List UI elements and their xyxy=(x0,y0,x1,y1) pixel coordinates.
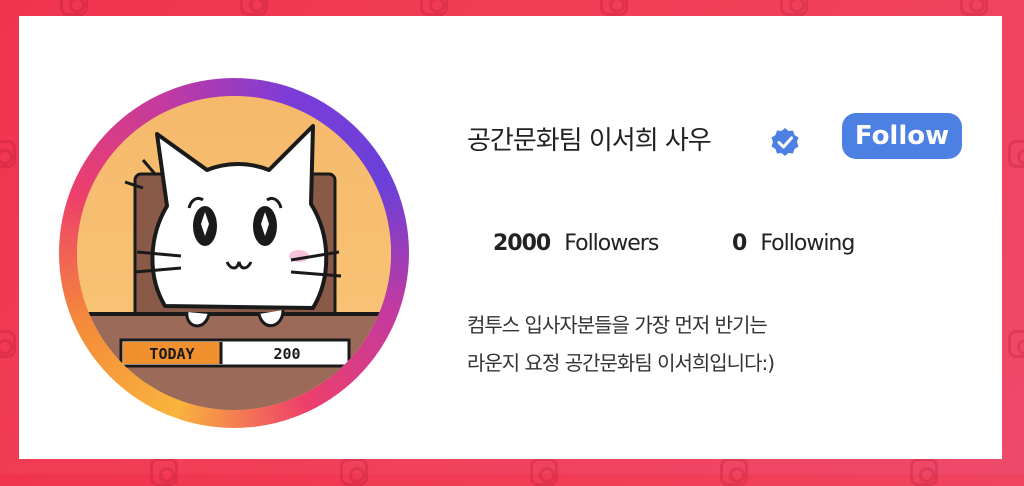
instagram-icon xyxy=(910,458,938,486)
instagram-icon xyxy=(1008,330,1024,358)
instagram-icon xyxy=(340,458,368,486)
avatar[interactable]: TODAY 200 xyxy=(59,78,409,428)
bio-line: 라운지 요정 공간문화팀 이서희입니다:) xyxy=(467,351,775,375)
sign-label: TODAY xyxy=(149,345,194,363)
followers-count: 2000 xyxy=(493,231,551,256)
instagram-icon xyxy=(600,0,628,16)
verified-badge-icon xyxy=(771,128,799,156)
profile-card: TODAY 200 공간문화팀 이서희 사우 Follow 2000 Follow… xyxy=(19,16,1002,459)
sign-value: 200 xyxy=(273,345,300,363)
instagram-icon xyxy=(60,0,88,16)
instagram-icon xyxy=(0,330,16,358)
following-label: Following xyxy=(760,231,855,256)
instagram-icon xyxy=(780,0,808,16)
instagram-icon xyxy=(240,0,268,16)
followers-label: Followers xyxy=(564,231,659,256)
instagram-icon xyxy=(0,140,16,168)
avatar-image: TODAY 200 xyxy=(77,96,391,410)
following-stat[interactable]: 0 Following xyxy=(732,231,855,256)
instagram-icon xyxy=(960,0,988,16)
bio-line: 컴투스 입사자분들을 가장 먼저 반기는 xyxy=(467,313,768,337)
instagram-icon xyxy=(150,458,178,486)
profile-name: 공간문화팀 이서희 사우 xyxy=(467,126,712,156)
bio: 컴투스 입사자분들을 가장 먼저 반기는 라운지 요정 공간문화팀 이서희입니다… xyxy=(467,306,775,382)
instagram-icon xyxy=(720,458,748,486)
instagram-icon xyxy=(420,0,448,16)
following-count: 0 xyxy=(732,231,747,256)
follow-button[interactable]: Follow xyxy=(842,113,962,159)
instagram-icon xyxy=(530,458,558,486)
followers-stat[interactable]: 2000 Followers xyxy=(493,231,659,256)
cat-illustration: TODAY 200 xyxy=(77,96,391,410)
instagram-icon xyxy=(1008,140,1024,168)
